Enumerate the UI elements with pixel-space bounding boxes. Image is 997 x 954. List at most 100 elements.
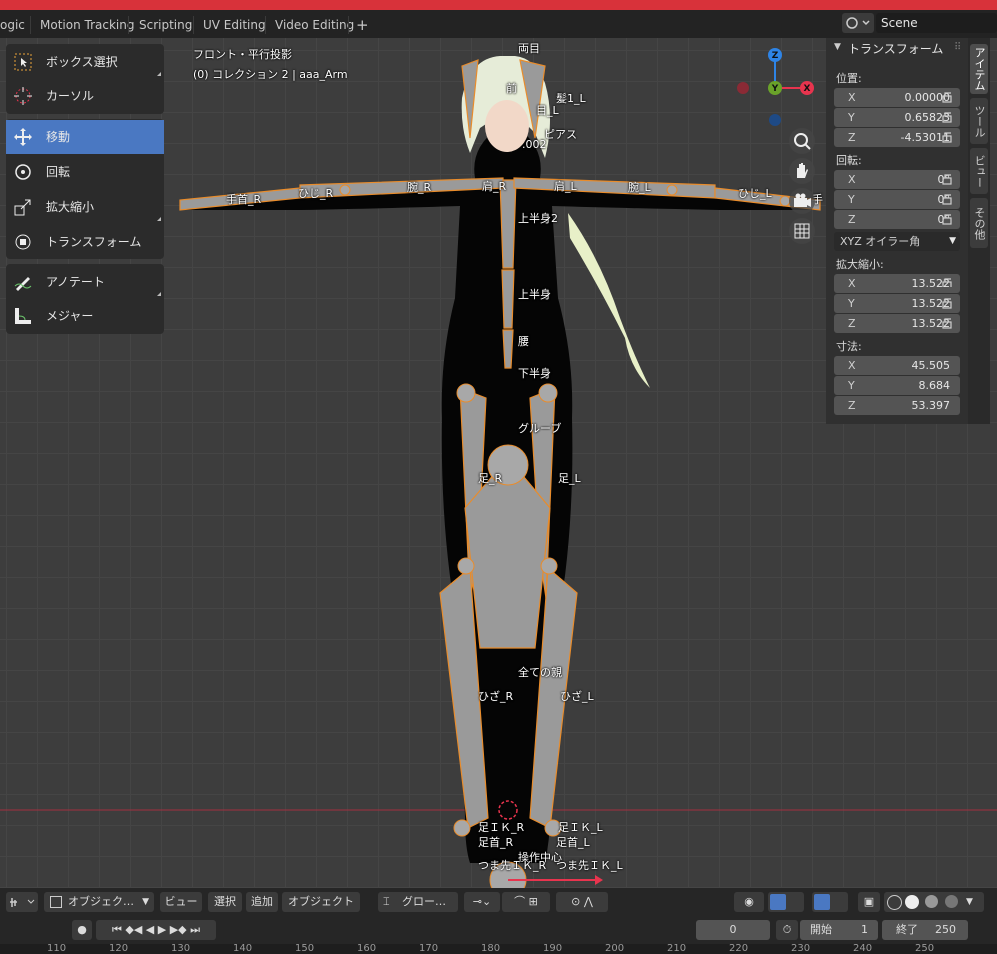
ortho-toggle-button[interactable]	[789, 218, 815, 244]
title-accent-bar	[0, 0, 997, 10]
scene-selector-button[interactable]	[842, 13, 874, 33]
tool-scale[interactable]: 拡大縮小	[6, 190, 164, 224]
camera-view-button[interactable]	[789, 188, 815, 214]
bone-label: 全ての親	[518, 666, 562, 679]
zoom-button[interactable]	[789, 128, 815, 154]
xray-icon: ▣	[863, 895, 875, 908]
current-frame-field[interactable]: 0	[696, 920, 770, 940]
measure-ruler-icon	[15, 308, 31, 324]
tab-uv-editing[interactable]: UV Editing	[203, 14, 266, 36]
scene-icon	[846, 17, 870, 29]
snap-toggle[interactable]: ⌒ ⊞	[502, 892, 550, 912]
axis-label: Z	[848, 317, 856, 330]
menu-add[interactable]: 追加	[246, 892, 278, 912]
dimensions-y-field[interactable]: Y 8.684	[834, 376, 960, 395]
ruler-tick: 140	[233, 943, 253, 954]
xray-toggle[interactable]: ▣	[858, 892, 880, 912]
record-icon: ●	[77, 923, 87, 936]
gizmo-z-label: Z	[771, 51, 779, 61]
timer-button[interactable]: ⏱	[776, 920, 798, 940]
sidebar-tab-view[interactable]: ビュー	[970, 148, 988, 194]
scene-name: Scene	[881, 16, 918, 30]
camera-icon	[794, 193, 811, 207]
mode-dropdown[interactable]: オブジェク… ▼	[44, 892, 154, 912]
ruler-tick: 230	[791, 943, 811, 954]
menu-select[interactable]: 選択	[208, 892, 242, 912]
editor-type-icon	[10, 898, 35, 907]
tab-scripting[interactable]: Scripting	[139, 14, 192, 36]
tab-motion-tracking[interactable]: Motion Tracking	[40, 14, 134, 36]
dimensions-x-field[interactable]: X 45.505	[834, 356, 960, 375]
playback-icons: ⏮ ◆◀ ◀ ▶ ▶◆ ⏭	[111, 923, 201, 936]
end-frame-field[interactable]: 終了 250	[882, 920, 968, 940]
ruler-tick: 180	[481, 943, 501, 954]
end-value: 250	[935, 923, 956, 936]
tab-logic[interactable]: ogic	[0, 14, 25, 36]
bone-label: ひざ_R	[478, 690, 514, 703]
orientation-dropdown[interactable]: ⌶ グロー…	[378, 892, 458, 912]
tool-annotate[interactable]: アノテート	[6, 265, 164, 299]
axis-label: X	[848, 173, 856, 186]
tool-measure[interactable]: メジャー	[6, 299, 164, 333]
tool-rotate[interactable]: 回転	[6, 155, 164, 189]
scene-name-field[interactable]: Scene	[876, 13, 997, 33]
tool-cursor[interactable]: カーソル	[6, 79, 164, 113]
start-frame-field[interactable]: 開始 1	[800, 920, 878, 940]
ruler-tick: 190	[543, 943, 563, 954]
scale-icon	[14, 199, 31, 216]
select-tool-group: ボックス選択 カーソル	[6, 44, 164, 114]
editor-type-button[interactable]	[6, 892, 38, 912]
overlay-toggle[interactable]	[812, 892, 848, 912]
pan-button[interactable]	[789, 158, 815, 184]
menu-object[interactable]: オブジェクト	[282, 892, 360, 912]
bone-label: ひざ_L	[560, 690, 594, 703]
gizmo-toggle[interactable]	[768, 892, 804, 912]
pivot-point-dropdown[interactable]: ⊸⌄	[464, 892, 500, 912]
playback-controls[interactable]: ⏮ ◆◀ ◀ ▶ ▶◆ ⏭	[96, 920, 216, 940]
sidebar-tab-misc[interactable]: その他	[970, 198, 988, 248]
tab-separator	[193, 16, 194, 34]
viewport-header: オブジェク… ▼ ビュー 選択 追加 オブジェクト ⌶ グロー… ⊸⌄ ⌒ ⊞ …	[0, 888, 997, 916]
bone-label: 前	[506, 82, 517, 95]
ruler-tick: 170	[419, 943, 439, 954]
ruler-tick: 240	[853, 943, 873, 954]
ruler-tick: 110	[47, 943, 67, 954]
menu-view[interactable]: ビュー	[160, 892, 202, 912]
visibility-dropdown[interactable]: ◉	[734, 892, 764, 912]
shading-selector[interactable]: ▼	[884, 892, 984, 912]
tool-move[interactable]: 移動	[6, 120, 164, 154]
field-value: 45.505	[911, 359, 951, 372]
record-button[interactable]: ●	[72, 920, 92, 940]
rotate-icon	[15, 164, 31, 180]
ruler-tick: 130	[171, 943, 191, 954]
tool-box-select[interactable]: ボックス選択	[6, 45, 164, 79]
collapse-triangle-icon[interactable]: ▼	[834, 42, 841, 52]
tool-transform[interactable]: トランスフォーム	[6, 225, 164, 259]
bone-label: 腰	[518, 335, 529, 348]
gizmo-y-label: Y	[771, 84, 779, 94]
sidebar-tab-item[interactable]: アイテム	[970, 44, 988, 94]
bone-label: グルーブ	[518, 422, 562, 435]
tool-label: カーソル	[46, 89, 95, 103]
bone-label: 髪1_L	[556, 92, 586, 105]
field-value: 53.397	[911, 399, 951, 412]
tab-video-editing[interactable]: Video Editing	[275, 14, 354, 36]
bone-label: 腕_R	[407, 181, 432, 194]
add-workspace-button[interactable]: +	[356, 14, 369, 36]
ruler-tick: 250	[915, 943, 935, 954]
pivot-icon: ⊸⌄	[472, 895, 492, 908]
mode-label: オブジェク…	[68, 895, 134, 908]
axis-label: Y	[848, 111, 855, 124]
bone-label: 上半身2	[518, 212, 558, 225]
transform-tool-group: 移動 回転 拡大縮小 トランスフォーム	[6, 119, 164, 259]
sidebar-tab-tool[interactable]: ツール	[970, 98, 988, 144]
timeline-ruler[interactable]: 110 120 130 140 150 160 170 180 190 200 …	[0, 943, 997, 954]
ruler-tick: 160	[357, 943, 377, 954]
view-name: フロント・平行投影	[193, 48, 292, 61]
dimensions-z-field[interactable]: Z 53.397	[834, 396, 960, 415]
axis-label: Z	[848, 131, 856, 144]
bone-label: ピアス	[544, 128, 577, 141]
proportional-edit-toggle[interactable]: ⊙ ⋀	[556, 892, 608, 912]
drag-handle-icon[interactable]: ⠿	[954, 42, 961, 53]
scale-label: 拡大縮小:	[836, 258, 884, 271]
